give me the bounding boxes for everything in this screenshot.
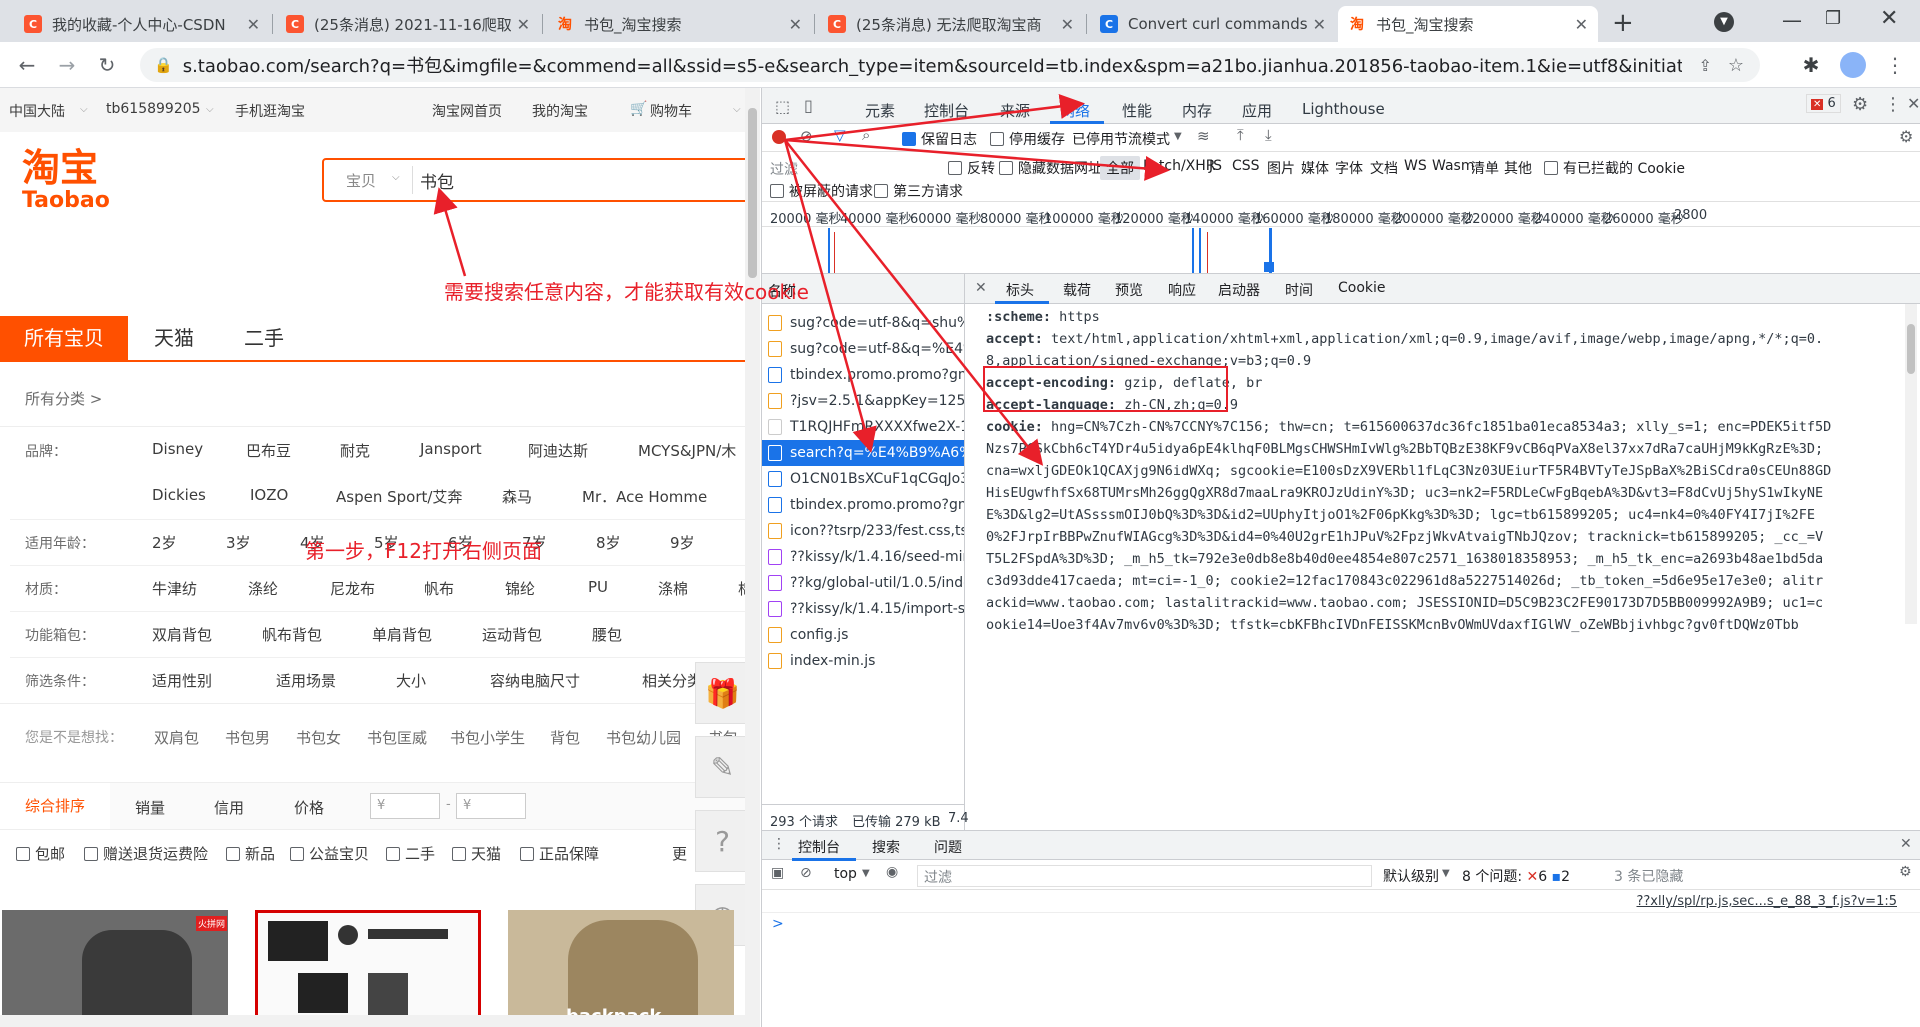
- arrow-to-search: [433, 187, 467, 277]
- arrow-to-network-tab: [784, 94, 1085, 142]
- arrow-to-headers: [784, 139, 1044, 466]
- annotation-search-note: 需要搜索任意内容，才能获取有效cookie: [444, 280, 809, 304]
- annotation-step-one: 第一步，F12打开右侧页面: [305, 539, 542, 563]
- arrow-to-all-filter: [784, 138, 1170, 181]
- annotation-arrows: [433, 94, 1170, 466]
